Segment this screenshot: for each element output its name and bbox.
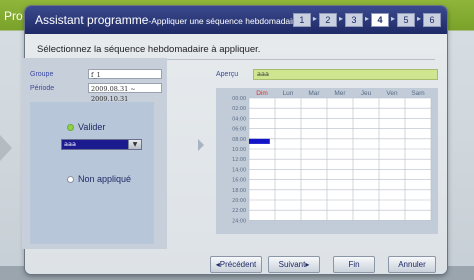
- sequence-select-value: aaa: [64, 140, 76, 148]
- schedule-event-bar: [249, 138, 270, 144]
- periode-field: 2009.08.31 ~ 2009.10.31: [88, 83, 162, 103]
- dialog-title-sub: -Appliquer une séquence hebdomadaire: [148, 16, 300, 26]
- time-label: 12:00: [232, 157, 246, 163]
- suivant-button[interactable]: Suivant▸: [268, 256, 320, 273]
- time-label: 20:00: [232, 198, 246, 204]
- valider-radio[interactable]: [67, 124, 74, 131]
- weekly-preview: Dim Lun Mar Mer Jeu Ven Sam 00:00 02:00 04:00 06:0…: [216, 88, 438, 234]
- chevron-down-icon[interactable]: ▼: [128, 140, 141, 149]
- time-label: 22:00: [232, 208, 246, 214]
- dialog-title-main: Assistant programme: [35, 13, 149, 27]
- wizard-step-5: 5: [396, 13, 415, 27]
- valider-label: Valider: [78, 122, 106, 132]
- time-label: 10:00: [232, 147, 246, 153]
- step-separator-icon: ▸: [390, 14, 395, 23]
- day-header: Lun: [283, 90, 294, 97]
- apercu-label: Aperçu: [216, 71, 239, 78]
- time-label: 18:00: [232, 188, 246, 194]
- groupe-field: f_1: [88, 69, 162, 79]
- instruction-text: Sélectionnez la séquence hebdomadaire à …: [37, 44, 261, 55]
- time-label: 00:00: [232, 96, 246, 102]
- right-arrow-icon: [198, 139, 204, 151]
- wizard-step-2: 2: [318, 13, 337, 27]
- day-header: Dim: [256, 90, 268, 97]
- step-separator-icon: ▸: [338, 14, 343, 23]
- time-label: 06:00: [232, 127, 246, 133]
- day-header: Ven: [386, 90, 398, 97]
- time-label: 02:00: [232, 106, 246, 112]
- background-window-title: Pro: [4, 9, 23, 23]
- step-separator-icon: ▸: [312, 14, 317, 23]
- non-applique-label: Non appliqué: [78, 174, 132, 184]
- step-separator-icon: ▸: [364, 14, 369, 23]
- non-applique-radio[interactable]: [67, 176, 74, 183]
- dialog-title: Assistant programme-Appliquer une séquen…: [35, 13, 300, 27]
- time-label: 14:00: [232, 167, 246, 173]
- precedent-button[interactable]: ◂Précédent: [210, 256, 262, 273]
- wizard-step-6: 6: [423, 13, 441, 27]
- time-label: 04:00: [232, 116, 246, 122]
- wizard-step-1: 1: [292, 13, 311, 27]
- dialog-titlebar: Assistant programme-Appliquer une séquen…: [25, 6, 447, 34]
- time-label: 16:00: [232, 178, 246, 184]
- apercu-field: aaa: [253, 69, 438, 80]
- wizard-steps: 1 ▸ 2 ▸ 3 ▸ 4 ▸ 5 ▸ 6: [292, 13, 441, 27]
- periode-label: Période: [30, 85, 55, 92]
- annuler-button[interactable]: Annuler: [388, 256, 436, 273]
- sequence-select[interactable]: aaa ▼: [61, 139, 142, 150]
- day-header: Mer: [334, 90, 346, 97]
- wizard-step-3: 3: [344, 13, 363, 27]
- day-header: Mar: [308, 90, 320, 97]
- step-separator-icon: ▸: [416, 14, 421, 23]
- day-header: Jeu: [361, 90, 372, 97]
- time-label: 08:00: [232, 137, 246, 143]
- time-label: 24:00: [232, 218, 246, 224]
- left-chevron-icon: [0, 135, 12, 161]
- groupe-label: Groupe: [30, 71, 54, 78]
- weekly-preview-grid: Dim Lun Mar Mer Jeu Ven Sam 00:00 02:00 04:00 06:0…: [232, 90, 432, 224]
- wizard-step-4: 4: [370, 13, 389, 27]
- day-header: Sam: [411, 90, 424, 97]
- fin-button[interactable]: Fin: [333, 256, 375, 273]
